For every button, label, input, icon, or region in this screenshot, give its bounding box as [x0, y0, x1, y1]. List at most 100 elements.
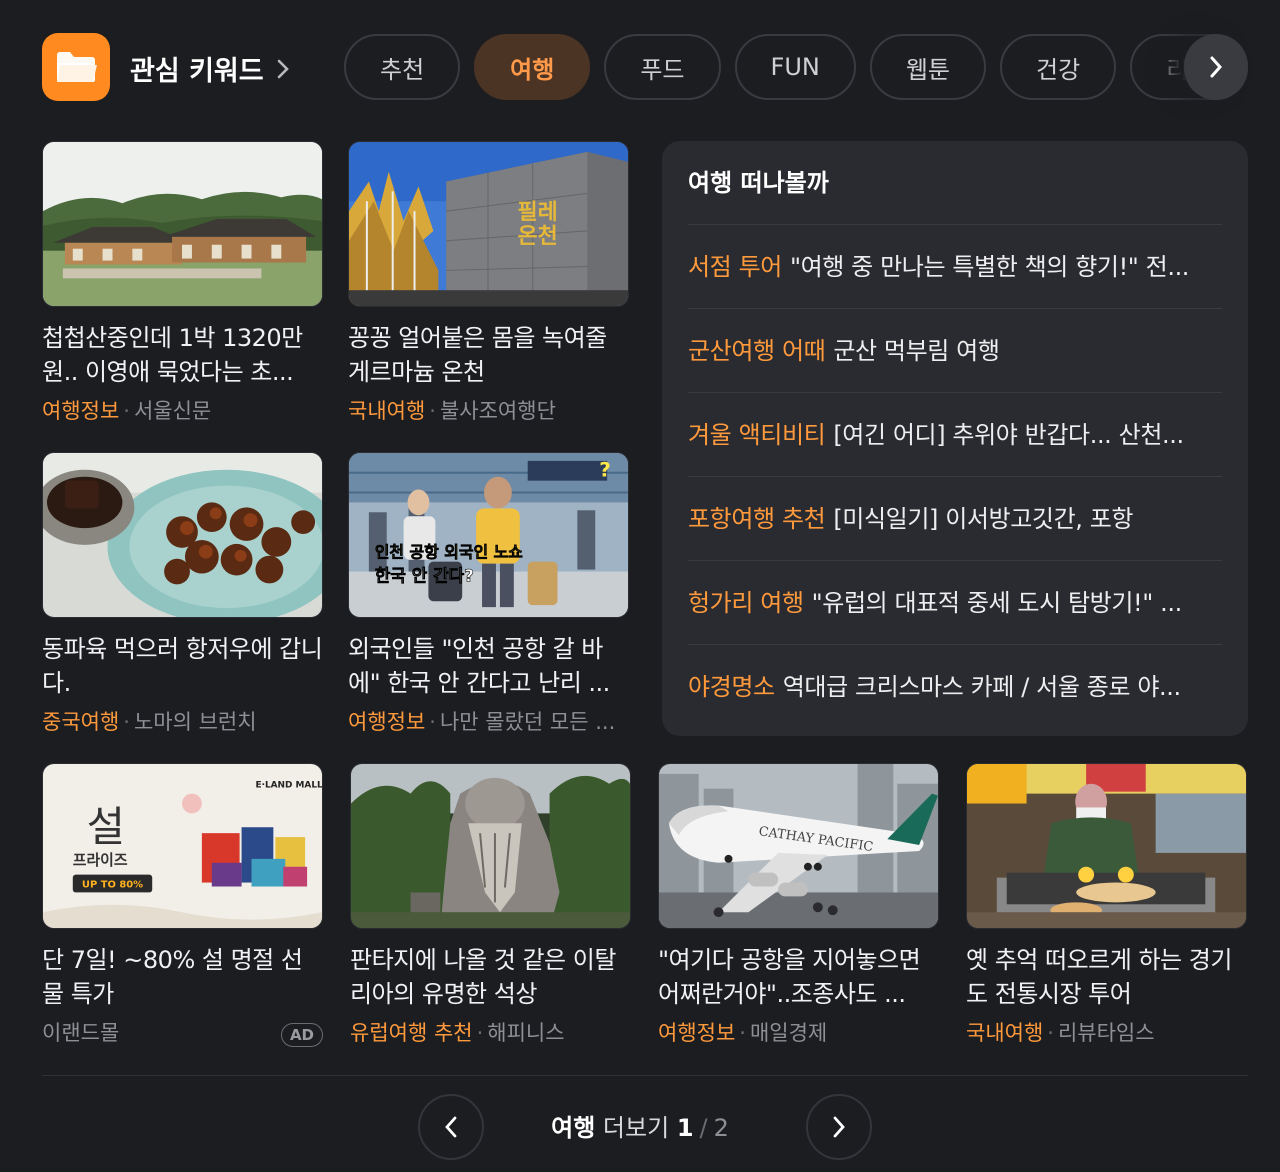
ad-advertiser: 이랜드몰 — [42, 1021, 120, 1045]
tabs-next-button[interactable] — [1184, 34, 1248, 100]
article-source: 불사조여행단 — [439, 399, 556, 423]
pager-label: 더보기 — [602, 1114, 670, 1142]
article-thumbnail: 필레 온천 — [348, 141, 629, 307]
ad-pill-text: UP TO 80% — [82, 880, 143, 891]
panel-list-item[interactable]: 포항여행 추천 [미식일기] 이서방고깃간, 포항 — [688, 477, 1222, 561]
article-card[interactable]: 동파육 먹으러 항저우에 갑니다. 중국여행 · 노마의 브런치 — [42, 452, 323, 736]
ad-sub-text: 프라이즈 — [73, 851, 128, 869]
meta-separator: · — [123, 710, 130, 734]
spa-sign-text: 온천 — [518, 224, 558, 249]
keyword-tabs: 추천 여행 푸드 FUN 웹툰 건강 리빙 패션 — [344, 34, 1246, 100]
spa-sign-text: 필레 — [518, 200, 558, 225]
next-page-button[interactable] — [806, 1094, 872, 1160]
article-category: 중국여행 — [42, 710, 120, 734]
footer-divider — [42, 1075, 1248, 1076]
article-category: 유럽여행 추천 — [350, 1021, 473, 1045]
meta-separator: · — [123, 399, 130, 423]
article-thumbnail — [42, 141, 323, 307]
article-thumbnail — [42, 452, 323, 618]
article-meta: 중국여행 · 노마의 브런치 — [42, 706, 323, 736]
article-category: 여행정보 — [658, 1021, 736, 1045]
tab-food[interactable]: 푸드 — [604, 34, 721, 100]
article-meta: 유럽여행 추천 · 해피니스 — [350, 1017, 631, 1047]
ad-title: 단 7일! ~80% 설 명절 선물 특가 — [42, 946, 303, 1008]
pager-indicator: 여행 더보기 1/2 — [500, 1108, 780, 1143]
panel-item-text: "유럽의 대표적 중세 도시 탐방기!" ... — [811, 589, 1183, 617]
article-card[interactable]: 첩첩산중인데 1박 1320만원.. 이영애 묵었다는 초... 여행정보 · 서울… — [42, 141, 323, 425]
travel-list-panel: 여행 떠나볼까 서점 투어 "여행 중 만나는 특별한 책의 향기!" 전... … — [662, 141, 1248, 736]
panel-item-category: 겨울 액티비티 — [688, 421, 826, 449]
article-category: 여행정보 — [348, 710, 426, 734]
ad-main-text: 설 — [87, 802, 125, 851]
article-category: 국내여행 — [348, 399, 426, 423]
meta-separator: · — [429, 399, 436, 423]
thumb-caption: 인천 공항 외국인 노쇼 — [375, 543, 523, 562]
tab-fun[interactable]: FUN — [734, 34, 856, 100]
article-card[interactable]: 필레 온천 꽁꽁 얼어붙은 몸을 녹여줄 게르마늄 온천 국내여행 · 불사조여행단 — [348, 141, 629, 425]
article-thumbnail: CATHAY PACIFIC — [658, 763, 939, 929]
ad-badge: AD — [280, 1023, 323, 1047]
ad-brand-text: E·LAND MALL — [255, 781, 322, 791]
meta-separator: · — [739, 1021, 746, 1045]
keyword-title: 관심 키워드 — [130, 56, 264, 87]
article-card[interactable]: 옛 추억 떠오르게 하는 경기도 전통시장 투어 국내여행 · 리뷰타임스 — [966, 763, 1247, 1047]
article-thumbnail — [350, 763, 631, 929]
chevron-right-icon — [276, 58, 290, 80]
panel-item-text: 역대급 크리스마스 카페 / 서울 종로 야... — [782, 673, 1181, 701]
pager-total: 2 — [713, 1114, 729, 1142]
article-source: 매일경제 — [749, 1021, 828, 1045]
keyword-title-link[interactable]: 관심 키워드 — [130, 49, 290, 88]
panel-item-category: 포항여행 추천 — [688, 505, 826, 533]
meta-separator: · — [476, 1021, 484, 1045]
chevron-right-icon — [833, 1116, 845, 1138]
panel-title: 여행 떠나볼까 — [688, 141, 1222, 225]
article-source: 리뷰타임스 — [1057, 1021, 1155, 1045]
article-source: 서울신문 — [133, 399, 212, 423]
article-card[interactable]: 판타지에 나올 것 같은 이탈리아의 유명한 석상 유럽여행 추천 · 해피니스 — [350, 763, 631, 1047]
ad-thumbnail: E·LAND MALL 설 프라이즈 UP TO 80% — [42, 763, 323, 929]
article-title: 옛 추억 떠오르게 하는 경기도 전통시장 투어 — [966, 946, 1232, 1008]
article-thumbnail — [966, 763, 1247, 929]
ad-meta: 이랜드몰 AD — [42, 1017, 323, 1047]
panel-list-item[interactable]: 군산여행 어때 군산 먹부림 여행 — [688, 309, 1222, 393]
panel-item-text: [미식일기] 이서방고깃간, 포항 — [833, 505, 1134, 533]
chevron-left-icon — [445, 1116, 457, 1138]
tab-recommend[interactable]: 추천 — [344, 34, 461, 100]
article-card[interactable]: CATHAY PACIFIC "여기다 공항을 지어놓으면 어쩌란거야"..조종… — [658, 763, 939, 1047]
article-title: 첩첩산중인데 1박 1320만원.. 이영애 묵었다는 초... — [42, 324, 303, 386]
article-source: 해피니스 — [487, 1021, 565, 1045]
article-meta: 여행정보 · 나만 몰랐던 모든 ... — [348, 706, 629, 736]
article-category: 여행정보 — [42, 399, 120, 423]
panel-list-item[interactable]: 야경명소 역대급 크리스마스 카페 / 서울 종로 야... — [688, 645, 1222, 729]
folder-icon — [42, 33, 110, 101]
ad-card[interactable]: E·LAND MALL 설 프라이즈 UP TO 80% 단 7일! ~80% … — [42, 763, 323, 1047]
article-meta: 국내여행 · 불사조여행단 — [348, 395, 629, 425]
article-title: "여기다 공항을 지어놓으면 어쩌란거야"..조종사도 ... — [658, 946, 921, 1008]
article-source: 노마의 브런치 — [133, 710, 257, 734]
keyword-header: 관심 키워드 추천 여행 푸드 FUN 웹툰 건강 리빙 패션 — [42, 33, 1248, 101]
panel-list-item[interactable]: 겨울 액티비티 [여긴 어디] 추위야 반갑다... 산천... — [688, 393, 1222, 477]
tab-health[interactable]: 건강 — [1000, 34, 1117, 100]
article-card[interactable]: 인천 공항 외국인 노쇼 한국 안 간다? ? 외국인들 "인천 공항 갈 바에… — [348, 452, 629, 736]
article-title: 동파육 먹으러 항저우에 갑니다. — [42, 635, 323, 697]
meta-separator: · — [429, 710, 436, 734]
article-meta: 국내여행 · 리뷰타임스 — [966, 1017, 1247, 1047]
article-category: 국내여행 — [966, 1021, 1044, 1045]
panel-list-item[interactable]: 서점 투어 "여행 중 만나는 특별한 책의 향기!" 전... — [688, 225, 1222, 309]
meta-separator: · — [1047, 1021, 1054, 1045]
tab-travel[interactable]: 여행 — [474, 34, 591, 100]
pager-keyword: 여행 — [551, 1114, 596, 1142]
panel-item-category: 야경명소 — [688, 673, 775, 701]
tab-webtoon[interactable]: 웹툰 — [869, 34, 987, 100]
panel-item-text: "여행 중 만나는 특별한 책의 향기!" 전... — [789, 253, 1190, 281]
article-title: 꽁꽁 얼어붙은 몸을 녹여줄 게르마늄 온천 — [348, 324, 607, 386]
panel-item-category: 헝가리 여행 — [688, 589, 804, 617]
panel-list-item[interactable]: 헝가리 여행 "유럽의 대표적 중세 도시 탐방기!" ... — [688, 561, 1222, 645]
panel-item-text: 군산 먹부림 여행 — [833, 337, 1000, 365]
pager-separator: / — [699, 1114, 708, 1142]
article-thumbnail: 인천 공항 외국인 노쇼 한국 안 간다? ? — [348, 452, 629, 618]
article-title: 판타지에 나올 것 같은 이탈리아의 유명한 석상 — [350, 946, 616, 1008]
article-source: 나만 몰랐던 모든 ... — [439, 710, 616, 734]
prev-page-button[interactable] — [418, 1094, 484, 1160]
thumb-caption: 한국 안 간다? — [375, 565, 474, 585]
